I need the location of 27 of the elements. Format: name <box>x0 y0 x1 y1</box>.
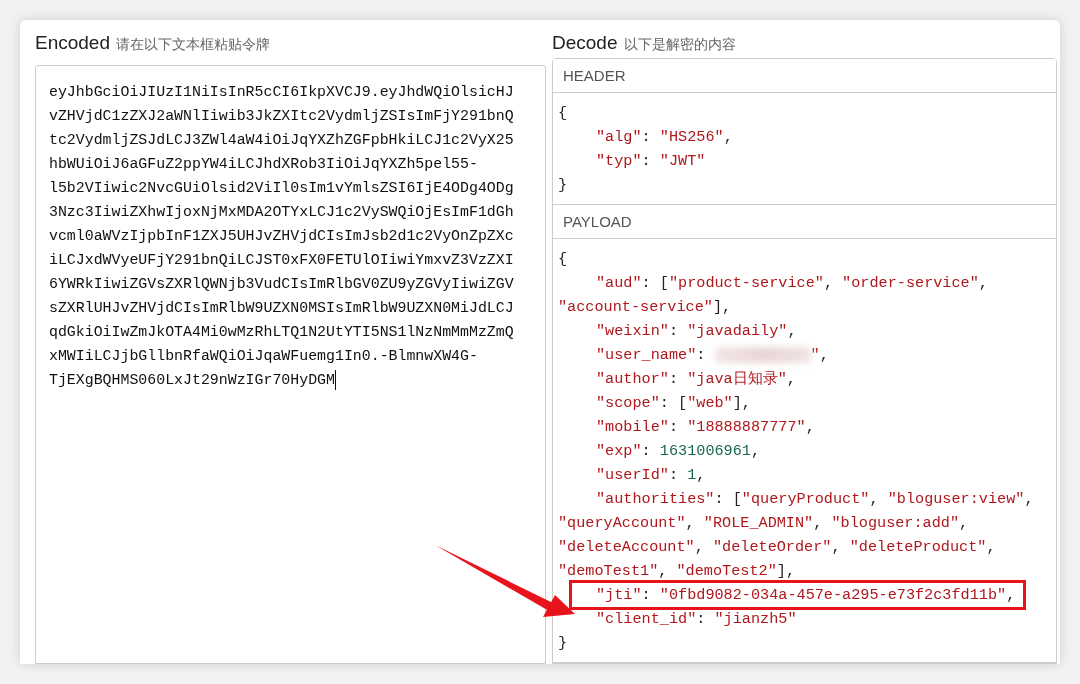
code-line: "scope": ["web"], <box>595 393 751 414</box>
decode-subtitle: 以下是解密的内容 <box>623 36 736 54</box>
code-line: "aud": ["product-service", "order-service", <box>595 273 988 294</box>
code-line: "alg": "HS256", <box>595 127 733 148</box>
section-title: HEADER <box>553 59 1056 93</box>
code-line: "client_id": "jianzh5" <box>595 609 797 630</box>
code-line: "exp": 1631006961, <box>595 441 761 462</box>
encoded-subtitle: 请在以下文本框粘贴令牌 <box>116 36 270 54</box>
code-line: "mobile": "18888887777", <box>595 417 815 438</box>
code-line: "weixin": "javadaily", <box>595 321 797 342</box>
code-line: { <box>558 103 568 124</box>
code-line: } <box>558 175 568 196</box>
code-line: "queryAccount", "ROLE_ADMIN", "bloguser:add", <box>558 513 969 534</box>
encoded-title: Encoded <box>35 32 110 54</box>
code-line: "authorities": ["queryProduct", "bloguser:view", <box>595 489 1034 510</box>
highlighted-code-line: "jti": "0fbd9082-034a-457e-a295-e73f2c3fd11b", <box>572 583 1024 607</box>
code-line: } <box>558 633 568 654</box>
code-line: "demoTest1", "demoTest2"], <box>558 561 795 582</box>
code-line: "typ": "JWT" <box>595 151 706 172</box>
code-line: "account-service"], <box>558 297 732 318</box>
code-line: { <box>558 249 568 270</box>
token-input-field[interactable]: eyJhbGciOiJIUzI1NiIsInR5cCI6IkpXVCJ9.eyJhdWQiOlsicHJ vZHVjdC1zZXJ2aWNlIiwib3JkZXItc2VydmljZSIsImFjY291bnQ tc2VydmljZSJdLCJ3ZWl4aW4iOiJqYXZhZGFpbHkiLCJ1c2VyX25 hbWUiOiJ6aGFuZ2ppYW4iLCJhdXRob3IiOiJqYXZh5pel55- l5b2VIiwic2NvcGUiOlsid2ViIl0sIm1vYmlsZSI6IjE4ODg4ODg 3Nzc3IiwiZXhwIjoxNjMxMDA2OTYxLCJ1c2VySWQiOjEsImF1dGh vcml0aWVzIjpbInF1ZXJ5UHJvZHVjdCIsImJsb2d1c2VyOnZpZXc iLCJxdWVyeUFjY291bnQiLCJST0xFX0FETUlOIiwiYmxvZ3VzZXI 6YWRkIiwiZGVsZXRlQWNjb3VudCIsImRlbGV0ZU9yZGVyIiwiZGV sZXRlUHJvZHVjdCIsImRlbW9UZXN0MSIsImRlbW9UZXN0MiJdLCJ qdGkiOiIwZmJkOTA4Mi0wMzRhLTQ1N2UtYTI5NS1lNzNmMmMzZmQ xMWIiLCJjbGllbnRfaWQiOiJqaWFuemg1In0.-BlmnwXW4G- TjEXgBQHMS060LxJt29nWzIGr70HyDGM <box>35 65 546 664</box>
code-line: "user_name": ", <box>595 345 829 366</box>
code-line: "author": "java日知录", <box>595 369 796 390</box>
code-line: "userId": 1, <box>595 465 706 486</box>
code-line: "deleteAccount", "deleteOrder", "deleteProduct", <box>558 537 996 558</box>
decode-title: Decode <box>552 32 618 54</box>
